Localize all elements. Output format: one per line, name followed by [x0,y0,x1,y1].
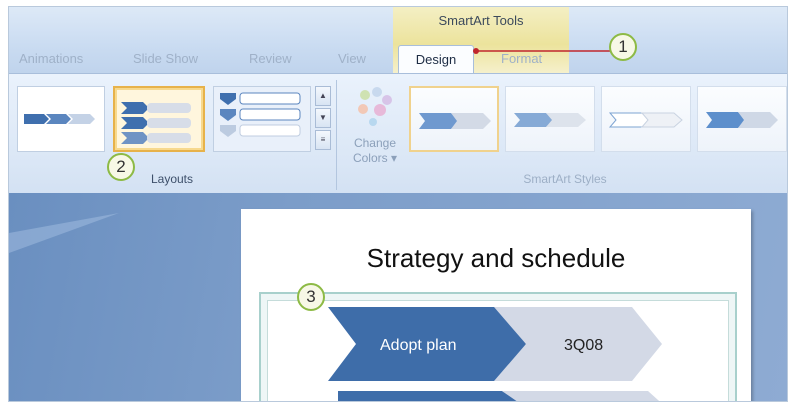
flat-chevron-style-icon [419,113,491,129]
basic-chevron-layout-icon [24,114,95,124]
chevron-list-layout-icon [121,102,191,144]
callout-3: 3 [297,283,325,311]
gallery-scroll-down-button[interactable]: ▼ [315,108,331,128]
slide-workspace: Strategy and schedule Adopt plan 3Q08 [9,193,787,401]
background-light-streak [9,213,119,253]
powerpoint-window: SmartArt Tools Animations Slide Show Rev… [8,6,788,402]
callout-leader-line [473,48,613,54]
smartart-style-thumbnail-4[interactable] [697,86,787,152]
smartart-chevron-shapes [328,307,662,401]
callout-2: 2 [107,153,135,181]
change-colors-label: Change Colors ▾ [345,136,405,166]
change-colors-line2: Colors ▾ [352,151,398,165]
vertical-chevron-layout-icon [220,92,301,137]
subtle-chevron-style-icon [514,113,586,127]
callout-1: 1 [609,33,637,61]
outline-chevron-style-icon [608,112,683,128]
intense-chevron-style-icon [706,112,778,128]
next-secondary-chevron-shape [502,391,660,401]
layouts-group-label: Layouts [150,172,194,186]
smartart-style-thumbnail-2[interactable] [505,86,595,152]
slide-title[interactable]: Strategy and schedule [241,243,751,274]
layout-thumbnail-chevron-list[interactable] [113,86,205,152]
next-primary-chevron-shape [338,391,518,401]
color-palette-icon [358,87,392,126]
change-colors-button[interactable]: Change Colors ▾ [345,84,405,174]
smartart-graphic-area[interactable]: Adopt plan 3Q08 [267,300,729,401]
smartart-graphic-frame[interactable]: Adopt plan 3Q08 [259,292,737,401]
group-divider [336,80,337,190]
change-colors-line1: Change [353,136,397,150]
smartart-styles-group-label: SmartArt Styles [523,172,607,186]
smartart-secondary-text[interactable]: 3Q08 [564,337,603,355]
gallery-scroll-up-button[interactable]: ▲ [315,86,331,106]
layout-thumbnail-basic-chevron[interactable] [17,86,105,152]
gallery-more-button[interactable]: ≡ [315,130,331,150]
smartart-style-thumbnail-1[interactable] [409,86,499,152]
screenshot: SmartArt Tools Animations Slide Show Rev… [0,0,795,408]
smartart-style-thumbnail-3[interactable] [601,86,691,152]
smartart-primary-text[interactable]: Adopt plan [380,337,457,355]
layout-thumbnail-vertical-chevron[interactable] [213,86,311,152]
